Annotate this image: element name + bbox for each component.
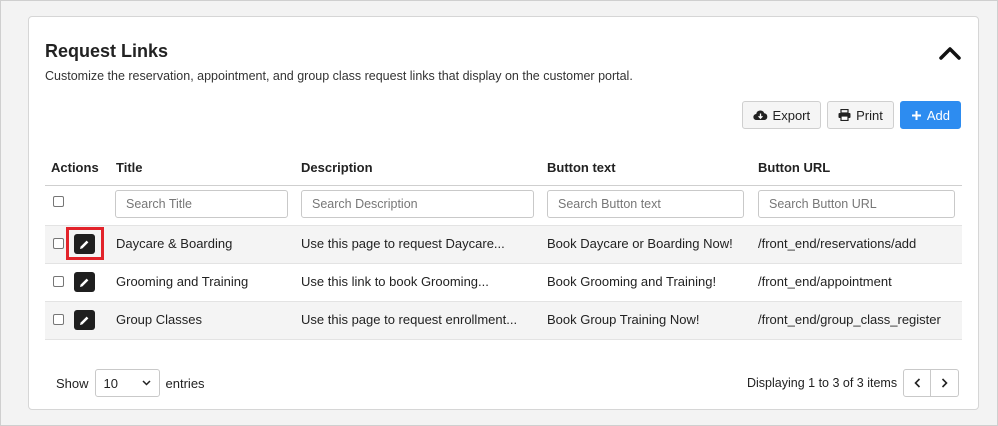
row-checkbox[interactable] — [53, 238, 64, 249]
cell-description: Use this page to request Daycare... — [301, 236, 505, 251]
next-page-button[interactable] — [931, 369, 960, 397]
pencil-icon — [80, 240, 89, 249]
search-title-input[interactable] — [115, 190, 288, 218]
edit-button[interactable] — [74, 310, 95, 330]
row-checkbox[interactable] — [53, 276, 64, 287]
cell-button-text: Book Daycare or Boarding Now! — [547, 236, 733, 251]
cell-title: Grooming and Training — [116, 274, 249, 289]
header-description[interactable]: Description — [301, 160, 373, 175]
chevron-right-icon — [942, 378, 948, 388]
search-description-input[interactable] — [301, 190, 534, 218]
cell-title: Daycare & Boarding — [116, 236, 233, 251]
row-checkbox[interactable] — [53, 314, 64, 325]
request-links-panel: Request Links Customize the reservation,… — [28, 16, 979, 410]
cell-button-url: /front_end/appointment — [758, 274, 892, 289]
chevron-down-icon — [142, 380, 151, 386]
cell-button-url: /front_end/group_class_register — [758, 312, 941, 327]
cell-title: Group Classes — [116, 312, 202, 327]
pager — [903, 369, 960, 397]
page-size-control: Show 10 entries — [56, 369, 205, 397]
table-row: Group Classes Use this page to request e… — [45, 302, 962, 340]
prev-page-button[interactable] — [903, 369, 932, 397]
entries-label: entries — [165, 375, 205, 391]
show-label: Show — [56, 375, 89, 391]
collapse-button[interactable] — [935, 41, 965, 65]
chevron-up-icon — [939, 47, 961, 60]
pagination: Displaying 1 to 3 of 3 items — [747, 369, 960, 397]
export-button[interactable]: Export — [741, 101, 822, 129]
search-button-text-input[interactable] — [547, 190, 744, 218]
header-button-text[interactable]: Button text — [547, 160, 616, 175]
table-row: Grooming and Training Use this link to b… — [45, 264, 962, 302]
header-actions: Actions — [51, 160, 99, 175]
panel-title: Request Links — [45, 41, 169, 61]
panel-subtitle: Customize the reservation, appointment, … — [45, 69, 633, 83]
add-label: Add — [926, 107, 950, 123]
print-label: Print — [856, 107, 883, 123]
cell-button-url: /front_end/reservations/add — [758, 236, 917, 251]
page-size-value: 10 — [103, 375, 118, 391]
chevron-left-icon — [913, 378, 920, 388]
printer-icon — [838, 109, 851, 121]
print-button[interactable]: Print — [827, 101, 894, 129]
table-row: Daycare & Boarding Use this page to requ… — [45, 226, 962, 264]
edit-button[interactable] — [74, 234, 95, 254]
search-button-url-input[interactable] — [758, 190, 955, 218]
cell-button-text: Book Grooming and Training! — [547, 274, 717, 289]
add-button[interactable]: Add — [899, 101, 961, 129]
header-button-url[interactable]: Button URL — [758, 160, 830, 175]
plus-icon — [911, 110, 921, 120]
table-toolbar: Export Print Add — [741, 101, 961, 129]
screenshot-frame: Request Links Customize the reservation,… — [0, 0, 998, 426]
table-header: Actions Title Description Button text Bu… — [45, 152, 962, 186]
pencil-icon — [80, 278, 89, 287]
cell-description: Use this page to request enrollment... — [301, 312, 518, 327]
pagination-info: Displaying 1 to 3 of 3 items — [747, 376, 898, 390]
cell-button-text: Book Group Training Now! — [547, 312, 700, 327]
cell-description: Use this link to book Grooming... — [301, 274, 489, 289]
filter-row — [45, 186, 962, 226]
header-title[interactable]: Title — [116, 160, 143, 175]
pencil-icon — [80, 316, 89, 325]
select-all-checkbox[interactable] — [53, 196, 64, 207]
export-label: Export — [772, 107, 811, 123]
cloud-download-icon — [752, 110, 767, 121]
page-size-select[interactable]: 10 — [94, 369, 160, 397]
edit-button[interactable] — [74, 272, 95, 292]
